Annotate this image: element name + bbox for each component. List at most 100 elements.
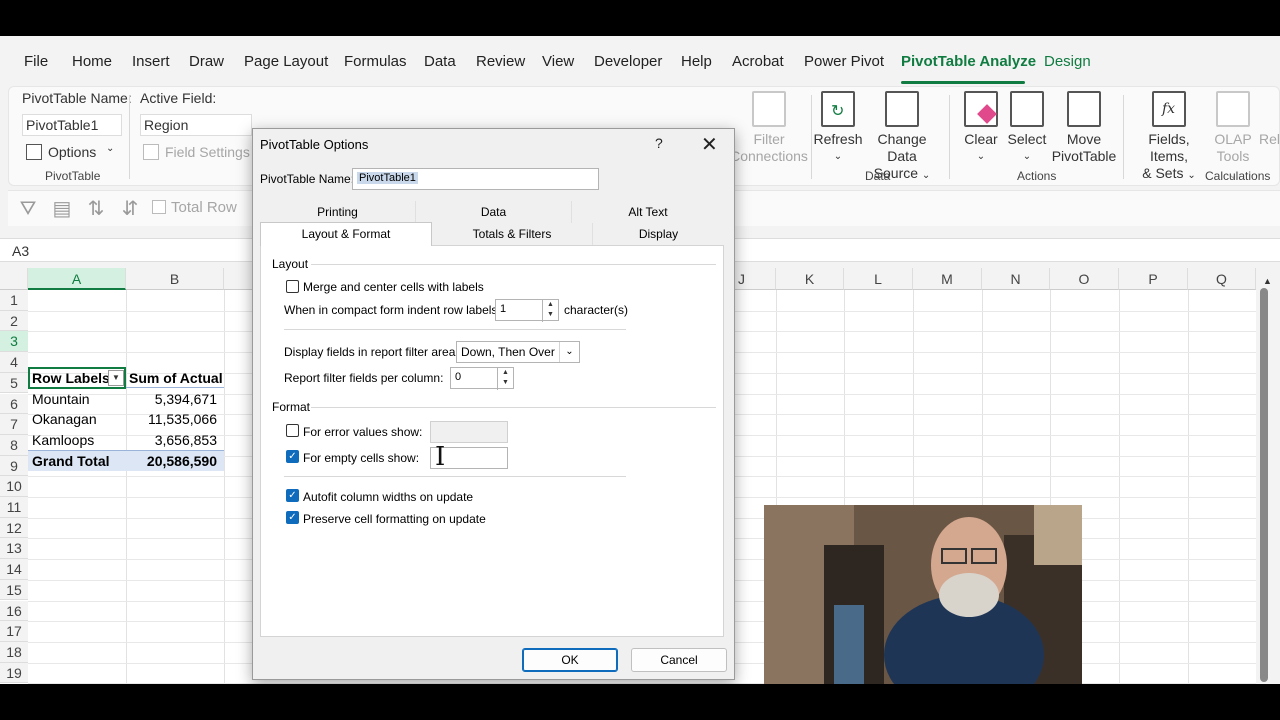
- column-header-l[interactable]: L: [844, 268, 913, 290]
- row-header[interactable]: 10: [0, 476, 28, 497]
- ok-button[interactable]: OK: [522, 648, 618, 672]
- sort-descending-icon[interactable]: ⇵: [118, 197, 142, 221]
- filter-clear-icon[interactable]: ⛛: [16, 197, 40, 221]
- column-header-p[interactable]: P: [1119, 268, 1188, 290]
- tab-design[interactable]: Design: [1044, 53, 1091, 70]
- row-header[interactable]: 13: [0, 538, 28, 560]
- row-header[interactable]: 5: [0, 372, 28, 394]
- row-header[interactable]: 6: [0, 393, 28, 415]
- display-fields-select[interactable]: Down, Then Over ⌄: [456, 341, 580, 363]
- cancel-button[interactable]: Cancel: [631, 648, 727, 672]
- tab-data[interactable]: Data: [416, 201, 572, 223]
- tab-help[interactable]: Help: [681, 53, 712, 70]
- tab-file[interactable]: File: [24, 53, 48, 70]
- spin-up-icon[interactable]: ▲: [543, 300, 558, 310]
- select-button[interactable]: Select ⌄: [1005, 87, 1049, 165]
- name-box[interactable]: A3: [12, 243, 29, 259]
- move-pivottable-button[interactable]: Move PivotTable: [1049, 87, 1119, 165]
- merge-center-checkbox[interactable]: [286, 280, 299, 293]
- column-header-q[interactable]: Q: [1188, 268, 1256, 290]
- active-field-input[interactable]: Region: [140, 114, 252, 136]
- pivot-values-header[interactable]: Sum of Actual: [129, 368, 223, 388]
- error-values-checkbox[interactable]: [286, 424, 299, 437]
- tab-view[interactable]: View: [542, 53, 574, 70]
- row-header[interactable]: 3: [0, 331, 28, 353]
- tab-acrobat[interactable]: Acrobat: [732, 53, 784, 70]
- row-header[interactable]: 12: [0, 517, 28, 539]
- row-header[interactable]: 2: [0, 310, 28, 332]
- column-header-n[interactable]: N: [982, 268, 1050, 290]
- pivot-row-label[interactable]: Mountain: [32, 389, 90, 409]
- tab-power-pivot[interactable]: Power Pivot: [804, 53, 884, 70]
- help-button[interactable]: ?: [655, 135, 663, 151]
- tab-draw[interactable]: Draw: [189, 53, 224, 70]
- tab-data[interactable]: Data: [424, 53, 456, 70]
- column-header-k[interactable]: K: [776, 268, 844, 290]
- relationships-button[interactable]: Rela: [1259, 87, 1280, 148]
- sort-ascending-icon[interactable]: ⇅: [84, 197, 108, 221]
- close-button[interactable]: ✕: [701, 132, 718, 157]
- column-header-b[interactable]: B: [126, 268, 224, 290]
- spin-down-icon[interactable]: ▼: [543, 310, 558, 320]
- pivot-row-value[interactable]: 5,394,671: [126, 389, 217, 409]
- row-header[interactable]: 7: [0, 414, 28, 435]
- fields-per-column-spinner[interactable]: ▲ ▼: [497, 368, 513, 390]
- row-header[interactable]: 19: [0, 662, 28, 684]
- scrollbar-thumb[interactable]: [1260, 288, 1268, 682]
- preserve-formatting-checkbox[interactable]: ✓: [286, 511, 299, 524]
- pivot-grand-total-value[interactable]: 20,586,590: [126, 451, 217, 471]
- document-icon[interactable]: ▤: [50, 197, 74, 221]
- tab-display[interactable]: Display: [593, 223, 724, 245]
- fields-per-column-input[interactable]: 0 ▲ ▼: [450, 367, 514, 390]
- row-header[interactable]: 11: [0, 497, 28, 518]
- indent-spinner[interactable]: ▲ ▼: [542, 300, 558, 322]
- row-header[interactable]: 9: [0, 455, 28, 477]
- row-header[interactable]: 8: [0, 434, 28, 456]
- tab-formulas[interactable]: Formulas: [344, 53, 407, 70]
- tab-alt-text[interactable]: Alt Text: [572, 201, 724, 223]
- tab-home[interactable]: Home: [72, 53, 112, 70]
- options-button[interactable]: Options ⌄: [26, 143, 126, 163]
- field-settings-button[interactable]: Field Settings: [143, 143, 253, 163]
- pivot-row-value[interactable]: 3,656,853: [126, 430, 217, 450]
- row-header[interactable]: 14: [0, 559, 28, 580]
- spin-down-icon[interactable]: ▼: [498, 378, 513, 388]
- indent-input[interactable]: 1 ▲ ▼: [495, 299, 559, 322]
- pivottable-name-field[interactable]: PivotTable1: [352, 168, 599, 190]
- total-row-checkbox[interactable]: [152, 200, 166, 214]
- tab-page-layout[interactable]: Page Layout: [244, 53, 328, 70]
- column-header-j[interactable]: J: [734, 268, 776, 290]
- row-header[interactable]: 17: [0, 621, 28, 642]
- row-header[interactable]: 16: [0, 600, 28, 622]
- tab-printing[interactable]: Printing: [260, 201, 416, 223]
- empty-cells-checkbox[interactable]: ✓: [286, 450, 299, 463]
- pivot-row-label[interactable]: Kamloops: [32, 430, 94, 450]
- row-header[interactable]: 4: [0, 352, 28, 373]
- pivot-row-labels-header[interactable]: Row Labels: [32, 368, 110, 388]
- row-header[interactable]: 1: [0, 290, 28, 311]
- scroll-up-icon[interactable]: ▲: [1263, 276, 1272, 286]
- tab-totals-filters[interactable]: Totals & Filters: [432, 223, 593, 245]
- tab-layout-format[interactable]: Layout & Format: [260, 222, 432, 246]
- column-header-o[interactable]: O: [1050, 268, 1119, 290]
- filter-connections-button[interactable]: Filter Connections: [729, 87, 809, 165]
- autofit-checkbox[interactable]: ✓: [286, 489, 299, 502]
- column-header-m[interactable]: M: [913, 268, 982, 290]
- refresh-button[interactable]: ↻ Refresh ⌄: [813, 87, 863, 165]
- fields-items-sets-button[interactable]: fx Fields, Items, & Sets ⌄: [1129, 87, 1209, 184]
- row-header[interactable]: 18: [0, 641, 28, 663]
- spin-up-icon[interactable]: ▲: [498, 368, 513, 378]
- select-all-corner[interactable]: [0, 268, 28, 290]
- pivottable-name-input[interactable]: PivotTable1: [22, 114, 122, 136]
- column-header-a[interactable]: A: [28, 268, 126, 290]
- tab-review[interactable]: Review: [476, 53, 525, 70]
- row-labels-filter-button[interactable]: ▼: [108, 370, 124, 386]
- pivot-grand-total-label[interactable]: Grand Total: [32, 451, 110, 471]
- pivot-row-label[interactable]: Okanagan: [32, 409, 97, 429]
- pivot-row-value[interactable]: 11,535,066: [126, 409, 217, 429]
- tab-insert[interactable]: Insert: [132, 53, 170, 70]
- tab-developer[interactable]: Developer: [594, 53, 662, 70]
- tab-pivottable-analyze[interactable]: PivotTable Analyze: [901, 53, 1036, 70]
- row-header[interactable]: 15: [0, 579, 28, 601]
- clear-button[interactable]: Clear ⌄: [959, 87, 1003, 165]
